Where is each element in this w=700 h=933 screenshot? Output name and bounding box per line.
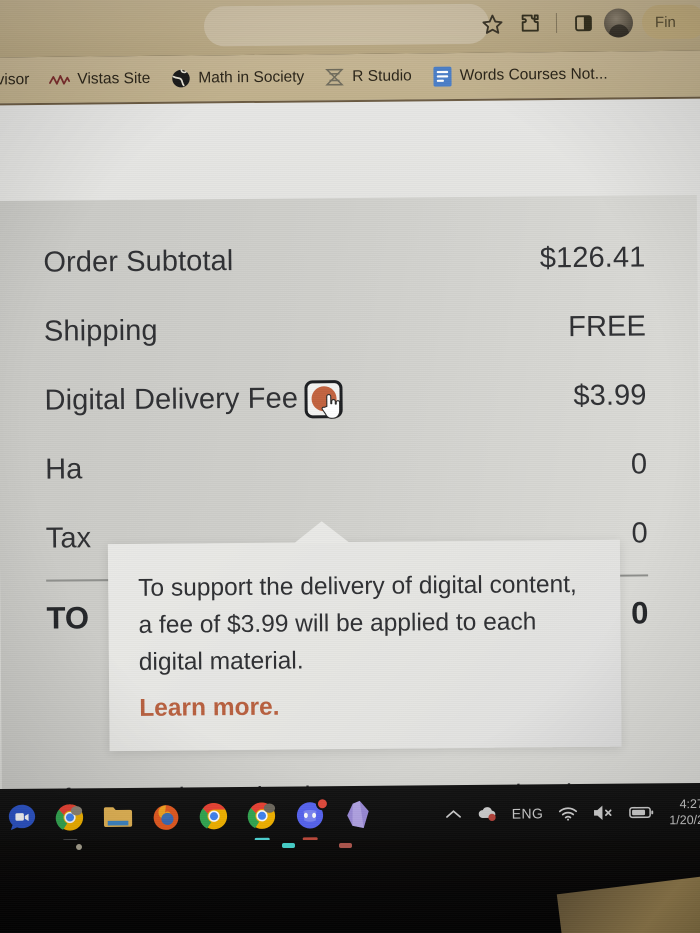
- profile-avatar-icon[interactable]: [603, 7, 634, 38]
- taskbar-app-discord[interactable]: [294, 796, 329, 840]
- digital-delivery-fee-info-button[interactable]: [304, 379, 344, 419]
- vistas-zigzag-icon: [49, 69, 71, 90]
- order-row-digital-delivery-fee: Digital Delivery Fee $3.99: [44, 361, 647, 435]
- row-value: FREE: [568, 310, 647, 344]
- battery-icon[interactable]: [629, 805, 654, 819]
- rstudio-hourglass-icon: [324, 67, 345, 88]
- order-summary-card: Order Subtotal $126.41 Shipping FREE Dig…: [0, 194, 700, 801]
- language-indicator[interactable]: ENG: [512, 805, 544, 821]
- browser-toolbar: Fin: [0, 0, 700, 58]
- taskbar-app-list: [0, 796, 373, 843]
- bookmark-item-advisor[interactable]: dvisor: [0, 71, 29, 89]
- bookmark-label: Vistas Site: [77, 69, 151, 88]
- desk-surface: [556, 876, 700, 933]
- taskbar-app-chrome[interactable]: [198, 801, 229, 832]
- speaker-muted-icon[interactable]: [593, 805, 614, 821]
- bookmark-label: dvisor: [0, 71, 30, 89]
- google-docs-icon: [432, 66, 453, 87]
- row-value: 0: [630, 448, 648, 481]
- taskbar-app-chrome-profile[interactable]: [54, 802, 85, 843]
- system-tray: ENG 4:27 1/20/2: [445, 795, 700, 830]
- sidebar-panel-icon[interactable]: [564, 3, 602, 43]
- row-value: 0: [630, 594, 649, 631]
- taskbar-app-firefox[interactable]: [150, 801, 181, 832]
- bookmark-label: R Studio: [352, 67, 412, 85]
- address-bar[interactable]: [203, 3, 490, 47]
- bookmark-item-math-in-society[interactable]: Math in Society: [170, 67, 304, 89]
- order-row-handling: Ha 0: [45, 430, 648, 504]
- taskbar-app-chrome-secondary[interactable]: [246, 800, 277, 841]
- star-icon[interactable]: [473, 3, 511, 43]
- bookmark-item-r-studio[interactable]: R Studio: [324, 66, 412, 88]
- row-value: $3.99: [573, 379, 647, 413]
- windows-taskbar: ENG 4:27 1/20/2: [0, 782, 700, 848]
- taskbar-app-obsidian[interactable]: [342, 799, 373, 830]
- bookmark-item-words-courses[interactable]: Words Courses Not...: [432, 64, 608, 87]
- row-label: Order Subtotal: [43, 245, 234, 279]
- laptop-screen-photo: Fin dvisor Vistas Site Math in Society R…: [0, 0, 700, 933]
- row-label: Shipping: [43, 314, 158, 348]
- bookmark-item-vistas-site[interactable]: Vistas Site: [49, 68, 150, 90]
- discord-notification-badge: [315, 796, 329, 810]
- row-label-group: Digital Delivery Fee: [44, 379, 344, 421]
- order-row-subtotal: Order Subtotal $126.41: [43, 223, 646, 297]
- laptop-keyboard: [0, 840, 700, 933]
- bookmark-label: Words Courses Not...: [459, 65, 608, 84]
- tooltip-body: To support the delivery of digital conte…: [138, 571, 577, 677]
- row-label: Digital Delivery Fee: [44, 382, 299, 417]
- clock-time: 4:27: [679, 796, 700, 811]
- info-circle-icon: [311, 386, 337, 412]
- puzzle-piece-icon[interactable]: [511, 3, 549, 43]
- row-value: 0: [631, 517, 648, 550]
- chevron-up-icon[interactable]: [445, 808, 462, 820]
- toolbar-divider: [555, 13, 558, 34]
- order-row-shipping: Shipping FREE: [44, 292, 647, 366]
- wifi-icon[interactable]: [558, 806, 578, 821]
- bookmark-bar: dvisor Vistas Site Math in Society R Stu…: [0, 50, 700, 106]
- digital-delivery-fee-tooltip: To support the delivery of digital conte…: [107, 539, 622, 751]
- keyboard-led-white: [76, 844, 82, 850]
- keyboard-led-teal: [282, 843, 295, 848]
- row-value: $126.41: [539, 241, 646, 275]
- finish-button[interactable]: Fin: [641, 4, 700, 40]
- cloud-alert-icon[interactable]: [477, 806, 497, 822]
- row-label: Tax: [45, 522, 92, 555]
- taskbar-clock[interactable]: 4:27 1/20/2: [669, 795, 700, 828]
- taskbar-app-zoom-meetings[interactable]: [6, 802, 37, 833]
- bookmark-label: Math in Society: [198, 68, 305, 87]
- clock-date: 1/20/2: [669, 812, 700, 828]
- row-label: Ha: [45, 453, 83, 486]
- keyboard-led-red: [339, 843, 352, 848]
- globe-icon: [170, 68, 191, 89]
- taskbar-app-file-explorer[interactable]: [102, 801, 133, 832]
- row-label: TO: [46, 599, 90, 636]
- learn-more-link[interactable]: Learn more.: [139, 691, 595, 723]
- web-page-viewport: Order Subtotal $126.41 Shipping FREE Dig…: [0, 94, 700, 802]
